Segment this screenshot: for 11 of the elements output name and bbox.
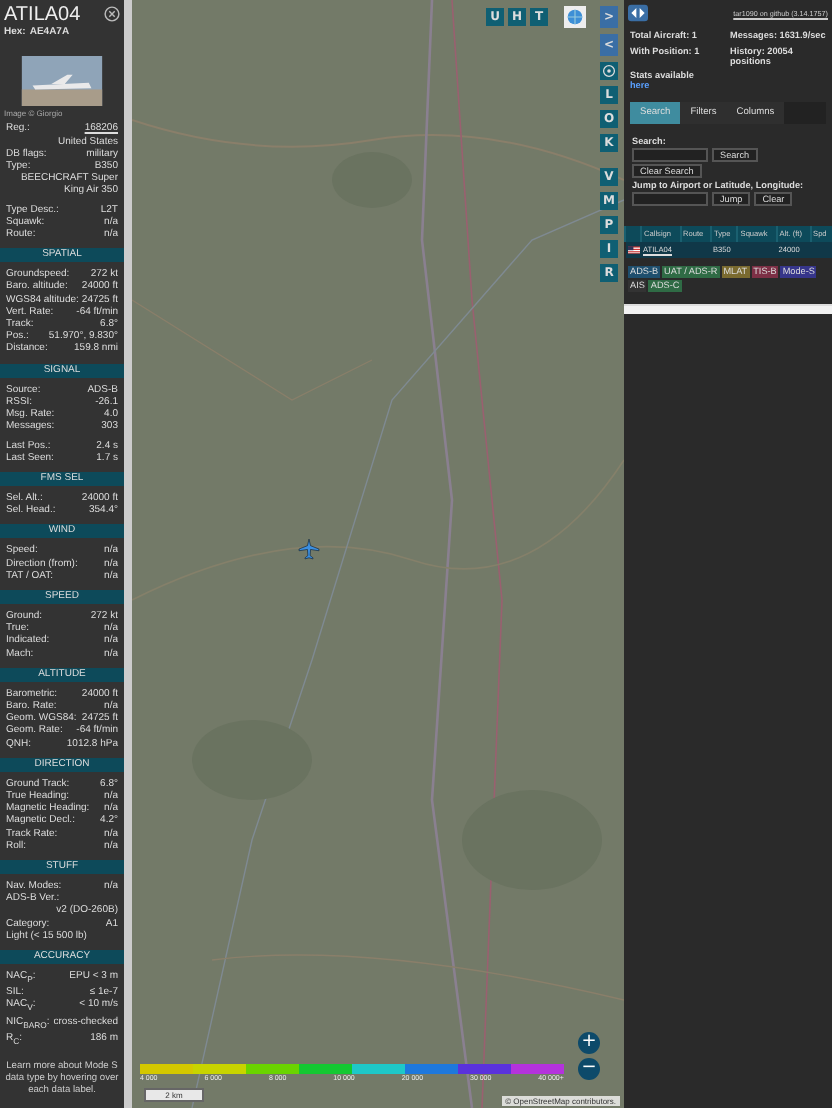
aircraft-callsign: ATILA04: [4, 4, 81, 26]
search-field[interactable]: [632, 148, 708, 162]
scrollbar[interactable]: [124, 0, 132, 1108]
target-icon[interactable]: [600, 62, 618, 80]
globe-icon[interactable]: [564, 6, 586, 28]
scrollbar[interactable]: [624, 304, 832, 314]
expand-arrows-icon[interactable]: [628, 4, 648, 22]
close-icon[interactable]: [104, 6, 120, 22]
flag-icon: [627, 246, 639, 254]
aircraft-icon[interactable]: [298, 538, 320, 560]
jump-field[interactable]: [632, 192, 708, 206]
